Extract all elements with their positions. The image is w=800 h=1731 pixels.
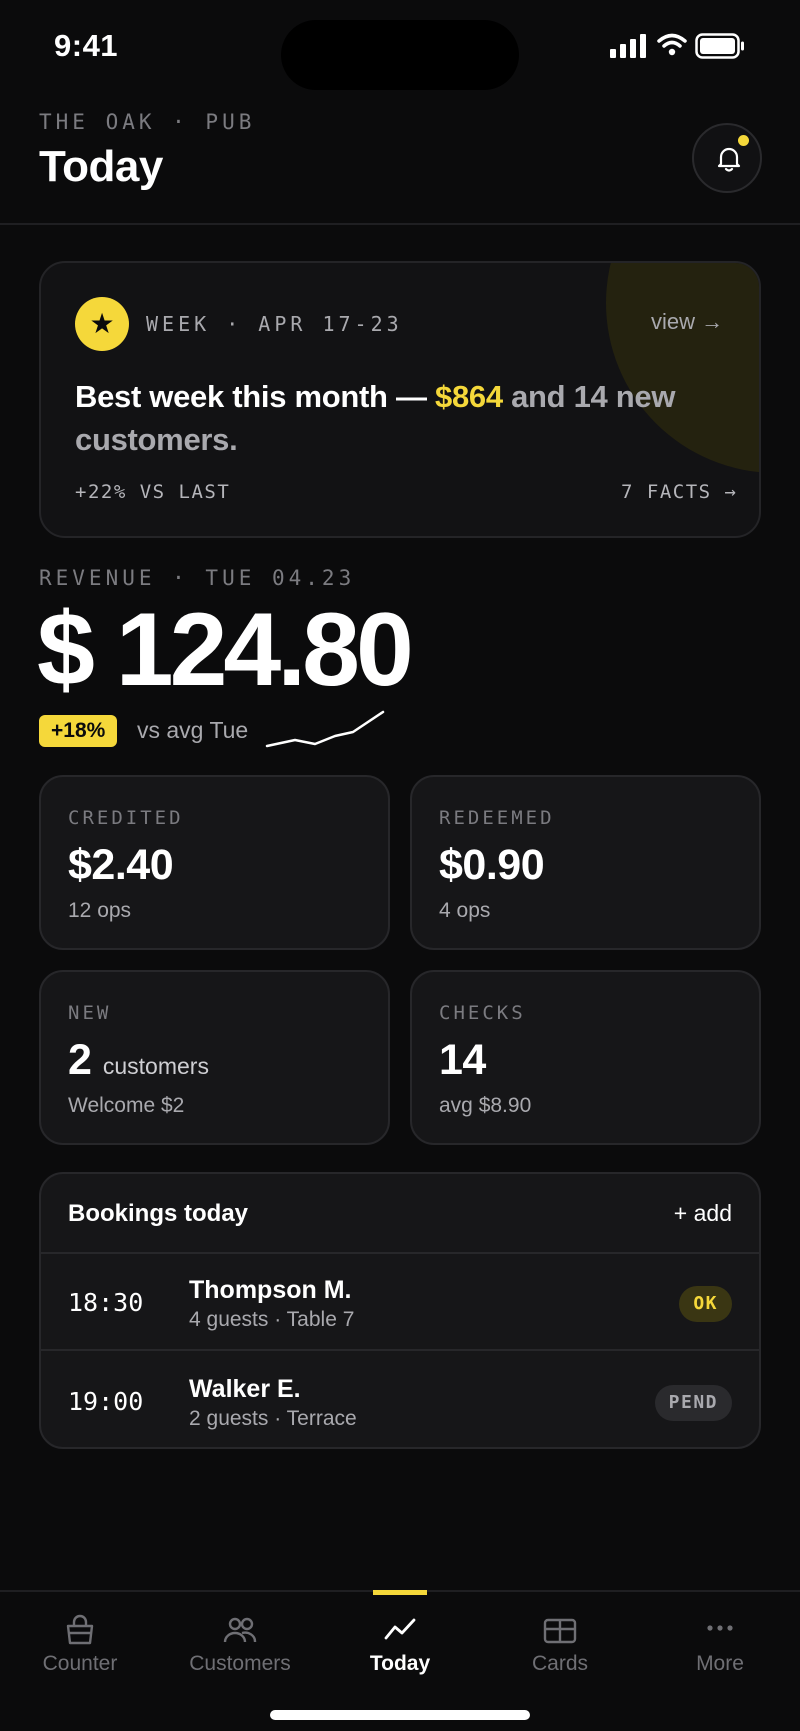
trend-icon (384, 1618, 416, 1640)
tile-value: $0.90 (439, 841, 545, 890)
tab-cards[interactable]: Cards (480, 1592, 640, 1692)
checks-tile[interactable]: CHECKS 14 avg $8.90 (410, 970, 761, 1145)
tile-number: $0.90 (439, 841, 545, 889)
tab-label: Counter (42, 1652, 118, 1675)
tile-number: 14 (439, 1036, 486, 1084)
tile-subtext: 4 ops (439, 899, 491, 922)
tile-number: $2.40 (68, 841, 174, 889)
booking-detail: 2 guests · Terrace (189, 1407, 357, 1430)
tab-today[interactable]: Today (320, 1592, 480, 1692)
redeemed-tile[interactable]: REDEEMED $0.90 4 ops (410, 775, 761, 950)
headline-intro: Best week this month — (75, 379, 435, 414)
status-badge: PEND (654, 1385, 732, 1421)
revenue-label: REVENUE · TUE 04.23 (39, 566, 356, 590)
status-bar: 9:41 (0, 0, 800, 92)
status-time: 9:41 (54, 28, 119, 63)
tab-more[interactable]: More (640, 1592, 800, 1692)
headline-amount: $864 (435, 379, 503, 414)
tile-label: NEW (68, 1002, 112, 1024)
booking-name: Thompson M. (189, 1276, 352, 1304)
credited-tile[interactable]: CREDITED $2.40 12 ops (39, 775, 390, 950)
week-highlight-card[interactable]: ★ WEEK · APR 17-23 view → Best week this… (39, 261, 761, 538)
tile-value: 14 (439, 1036, 486, 1085)
star-icon: ★ (75, 297, 129, 351)
notification-dot (738, 135, 749, 146)
bell-icon (717, 147, 741, 172)
new-customers-tile[interactable]: NEW 2 customers Welcome $2 (39, 970, 390, 1145)
cards-icon (543, 1618, 577, 1644)
booking-row[interactable]: 19:00 Walker E. 2 guests · Terrace PEND (41, 1353, 759, 1447)
booking-detail: 4 guests · Table 7 (189, 1308, 355, 1331)
booking-time: 19:00 (68, 1387, 144, 1416)
notifications-button[interactable] (692, 123, 762, 193)
more-icon (707, 1625, 733, 1631)
booking-row[interactable]: 18:30 Thompson M. 4 guests · Table 7 OK (41, 1254, 759, 1351)
venue-label: THE OAK · PUB (39, 110, 256, 134)
revenue-amount: $ 124.80 (37, 592, 414, 708)
revenue-change-badge: +18% (39, 715, 118, 747)
tile-subtext: 12 ops (68, 899, 132, 922)
week-delta: +22% VS LAST (75, 481, 231, 503)
tile-label: REDEEMED (439, 807, 555, 829)
status-badge: OK (679, 1286, 732, 1322)
tab-label: Today (369, 1652, 431, 1675)
add-booking-button[interactable]: + add (674, 1200, 732, 1227)
tab-label: Customers (189, 1652, 291, 1675)
tile-label: CHECKS (439, 1002, 526, 1024)
home-indicator[interactable] (270, 1710, 530, 1720)
booking-time: 18:30 (68, 1288, 144, 1317)
sparkline-icon (265, 710, 385, 748)
tile-number: 2 (68, 1036, 92, 1084)
wifi-icon (657, 33, 687, 56)
tab-counter[interactable]: Counter (0, 1592, 160, 1692)
tab-label: More (696, 1652, 744, 1675)
week-label: WEEK · APR 17-23 (146, 312, 403, 336)
tile-subtext: Welcome $2 (68, 1094, 185, 1117)
page-header: THE OAK · PUB Today (0, 92, 800, 225)
dynamic-island (281, 20, 519, 90)
tile-unit: customers (102, 1053, 209, 1079)
view-link[interactable]: view → (651, 309, 723, 335)
tile-subtext: avg $8.90 (439, 1094, 532, 1117)
signal-icon (610, 34, 646, 58)
highlight-headline: Best week this month — $864 and 14 new c… (75, 375, 735, 461)
bookings-header: Bookings today + add (41, 1174, 759, 1254)
people-icon (223, 1617, 257, 1643)
tile-label: CREDITED (68, 807, 184, 829)
bookings-card: Bookings today + add 18:30 Thompson M. 4… (39, 1172, 761, 1449)
bookings-title: Bookings today (68, 1200, 249, 1227)
tab-label: Cards (531, 1652, 589, 1675)
tile-value: 2 customers (68, 1036, 209, 1085)
tab-customers[interactable]: Customers (160, 1592, 320, 1692)
tile-value: $2.40 (68, 841, 174, 890)
bag-icon (66, 1614, 94, 1645)
facts-link[interactable]: 7 FACTS → (621, 481, 737, 503)
booking-name: Walker E. (189, 1375, 301, 1403)
page-title: Today (39, 142, 163, 191)
battery-icon (695, 33, 744, 59)
revenue-comparison: vs avg Tue (137, 717, 249, 743)
